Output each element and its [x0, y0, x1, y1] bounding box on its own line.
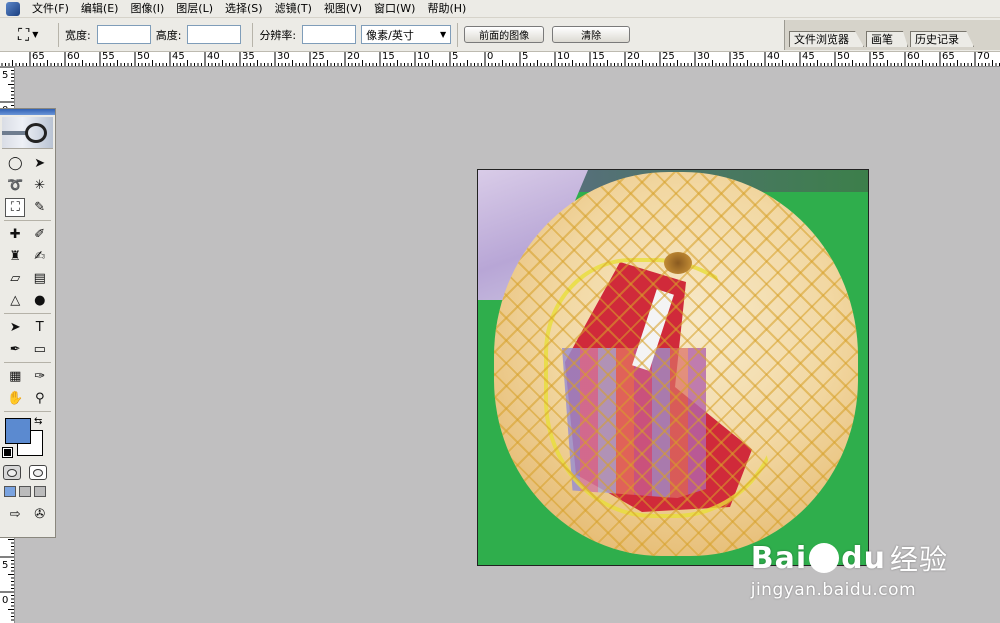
divider — [4, 220, 51, 221]
menu-help[interactable]: 帮助(H) — [421, 0, 472, 18]
notes-tool-icon[interactable]: ▦ — [5, 367, 25, 386]
separator — [457, 22, 459, 47]
dodge-tool-icon[interactable]: ● — [30, 291, 50, 310]
divider — [4, 313, 51, 314]
marquee-tool-icon[interactable]: ◯ — [5, 154, 25, 173]
resolution-unit-value: 像素/英寸 — [366, 28, 414, 42]
menu-view[interactable]: 视图(V) — [318, 0, 368, 18]
menu-filter[interactable]: 滤镜(T) — [269, 0, 318, 18]
full-screen-menu-mode-icon[interactable] — [19, 486, 31, 497]
foreground-color-swatch[interactable] — [5, 418, 31, 444]
menu-window[interactable]: 窗口(W) — [368, 0, 421, 18]
type-tool-icon[interactable]: T — [30, 318, 50, 337]
width-field[interactable] — [96, 25, 151, 44]
crop-icon: ⛶ — [18, 24, 30, 44]
jump-to-imageready-icon[interactable]: ⇨ — [5, 505, 25, 524]
crop-tool-icon[interactable]: ⛶ — [5, 197, 26, 217]
dropdown-arrow-icon: ▼ — [32, 30, 39, 39]
palette-well: 文件浏览器 画笔 历史记录 — [784, 20, 1000, 50]
eyedropper-icon[interactable]: ✑ — [30, 367, 50, 386]
standard-mode-icon — [7, 468, 17, 477]
history-brush-icon[interactable]: ✍ — [30, 247, 50, 266]
menu-select[interactable]: 选择(S) — [219, 0, 269, 18]
clone-stamp-icon[interactable]: ♜ — [5, 247, 25, 266]
separator — [58, 22, 59, 47]
default-colors-icon[interactable] — [2, 447, 13, 458]
baidu-jingyan-watermark: Bai du 经验 jingyan.baidu.com — [750, 538, 948, 601]
tab-brushes[interactable]: 画笔 — [866, 31, 908, 47]
front-image-button[interactable]: 前面的图像 — [464, 26, 545, 43]
height-label: 高度: — [155, 28, 182, 42]
chevron-down-icon: ▼ — [440, 30, 447, 39]
move-tool-icon[interactable]: ➤ — [30, 154, 50, 173]
gradient-tool-icon[interactable]: ▤ — [30, 269, 50, 288]
watermark-brand: Bai — [750, 540, 808, 576]
zoom-tool-icon[interactable]: ⚲ — [30, 389, 50, 408]
image-canvas[interactable] — [477, 169, 869, 566]
resolution-unit-select[interactable]: 像素/英寸 ▼ — [361, 25, 452, 44]
photo-pomelo — [494, 172, 858, 556]
slice-tool-icon[interactable]: ✎ — [30, 198, 50, 217]
tab-file-browser[interactable]: 文件浏览器 — [789, 31, 864, 47]
app-icon[interactable] — [6, 1, 20, 16]
lasso-tool-icon[interactable]: ➰ — [5, 176, 25, 195]
adobe-online-logo[interactable] — [2, 117, 53, 149]
blur-tool-icon[interactable]: △ — [5, 291, 25, 310]
swap-colors-icon[interactable]: ⇆ — [34, 416, 42, 427]
imageready-icon[interactable]: ✇ — [30, 505, 50, 524]
horizontal-ruler[interactable]: 65 60 55 50 45 40 35 30 25 20 15 10 5 0 5 10 15 20 25 30 35 4… — [0, 52, 1000, 67]
resolution-field[interactable] — [302, 25, 357, 44]
standard-mode-button[interactable] — [3, 465, 21, 480]
toolbox-title-bar[interactable] — [0, 109, 55, 115]
magic-wand-icon[interactable]: ✳ — [30, 176, 50, 195]
watermark-logo: Bai du 经验 — [751, 538, 948, 578]
divider — [4, 362, 51, 363]
quick-mask-icon — [33, 468, 43, 477]
menu-edit[interactable]: 编辑(E) — [75, 0, 125, 18]
watermark-chinese: 经验 — [889, 543, 948, 576]
hand-tool-icon[interactable]: ✋ — [5, 389, 25, 408]
menu-image[interactable]: 图像(I) — [124, 0, 170, 18]
resolution-label: 分辨率: — [259, 28, 297, 42]
photo-mesh-net — [494, 172, 858, 556]
full-screen-mode-icon[interactable] — [34, 486, 46, 497]
path-selection-icon[interactable]: ➤ — [5, 318, 25, 337]
healing-brush-icon[interactable]: ✚ — [5, 225, 25, 244]
standard-screen-mode-icon[interactable] — [4, 486, 16, 497]
watermark-url: jingyan.baidu.com — [750, 580, 917, 600]
tool-preset-picker[interactable]: ⛶ ▼ — [18, 24, 52, 46]
width-label: 宽度: — [65, 28, 91, 42]
divider — [4, 411, 51, 412]
height-field[interactable] — [187, 25, 242, 44]
photo-stem — [664, 252, 692, 274]
color-swatches: ⇆ — [0, 416, 55, 462]
separator — [252, 22, 254, 47]
tab-history[interactable]: 历史记录 — [910, 31, 974, 47]
clear-button[interactable]: 清除 — [552, 26, 631, 43]
eraser-tool-icon[interactable]: ▱ — [5, 269, 25, 288]
menu-bar: 文件(F) 编辑(E) 图像(I) 图层(L) 选择(S) 滤镜(T) 视图(V… — [0, 0, 1000, 18]
quick-mask-button[interactable] — [29, 465, 47, 480]
eye-logo-icon — [25, 123, 47, 143]
brush-tool-icon[interactable]: ✐ — [30, 225, 50, 244]
pen-tool-icon[interactable]: ✒ — [5, 340, 25, 359]
paw-icon — [809, 543, 840, 573]
shape-tool-icon[interactable]: ▭ — [30, 340, 50, 359]
ruler-h-ticks — [1, 52, 1000, 66]
menu-file[interactable]: 文件(F) — [26, 0, 75, 18]
toolbox: ◯ ➤ ➰ ✳ ⛶ ✎ ✚ ✐ ♜ ✍ ▱ ▤ △ ● ➤ T ✒ ▭ ▦ ✑ … — [0, 108, 56, 538]
menu-layer[interactable]: 图层(L) — [170, 0, 219, 18]
watermark-brand-suffix: du — [841, 540, 886, 576]
